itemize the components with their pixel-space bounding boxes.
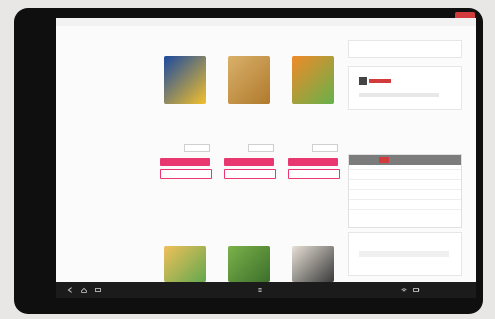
sidebar-item[interactable]	[86, 213, 156, 222]
sidebar-item[interactable]	[86, 231, 156, 240]
favorite-button[interactable]	[160, 169, 212, 179]
sidebar-item[interactable]	[86, 114, 156, 123]
favorite-button[interactable]	[288, 169, 340, 179]
sidebar-title	[86, 40, 156, 51]
table-highlight	[379, 157, 389, 163]
sidebar-item[interactable]	[86, 78, 156, 87]
product-image[interactable]	[228, 56, 270, 104]
home-icon[interactable]	[80, 286, 88, 294]
table-row	[349, 199, 461, 208]
sidebar-item[interactable]	[86, 69, 156, 78]
table-row	[349, 209, 461, 218]
product-image[interactable]	[292, 56, 334, 104]
sidebar-item[interactable]	[86, 240, 156, 249]
sidebar-item[interactable]	[86, 51, 156, 60]
tablet-screen	[56, 18, 476, 298]
sidebar-item[interactable]	[86, 123, 156, 132]
system-status-bar	[56, 282, 476, 298]
sidebar-item[interactable]	[86, 87, 156, 96]
product-image[interactable]	[164, 56, 206, 104]
menu-icon[interactable]	[256, 286, 264, 294]
account-box[interactable]	[348, 40, 462, 58]
top-bar	[56, 18, 476, 26]
status-badge	[369, 79, 391, 83]
table-row	[349, 179, 461, 188]
info-box	[348, 66, 462, 110]
recent-apps-icon[interactable]	[94, 286, 102, 294]
sidebar-item[interactable]	[86, 105, 156, 114]
sidebar-item[interactable]	[86, 132, 156, 141]
product-image[interactable]	[228, 246, 270, 282]
table-row	[349, 169, 461, 178]
product-card[interactable]	[156, 40, 214, 190]
category-sidebar	[86, 40, 156, 288]
add-to-cart-button[interactable]	[160, 158, 210, 166]
promo-line	[359, 251, 449, 257]
table-header	[349, 155, 461, 165]
info-table	[348, 154, 462, 228]
sidebar-item[interactable]	[86, 186, 156, 195]
sidebar-item[interactable]	[86, 168, 156, 177]
add-to-cart-button[interactable]	[288, 158, 338, 166]
sidebar-item[interactable]	[86, 150, 156, 159]
quantity-input[interactable]	[312, 144, 338, 152]
right-panel	[348, 34, 466, 294]
product-grid	[156, 40, 346, 290]
sidebar-item[interactable]	[86, 204, 156, 213]
sidebar-item[interactable]	[86, 177, 156, 186]
sidebar-item[interactable]	[86, 222, 156, 231]
promo-box[interactable]	[348, 232, 462, 276]
product-image[interactable]	[292, 246, 334, 282]
product-card[interactable]	[220, 40, 278, 190]
back-icon[interactable]	[66, 286, 74, 294]
battery-icon	[413, 288, 420, 292]
sidebar-item[interactable]	[86, 249, 156, 258]
sidebar-item[interactable]	[86, 258, 156, 267]
quantity-input[interactable]	[248, 144, 274, 152]
table-row	[349, 189, 461, 198]
add-to-cart-button[interactable]	[224, 158, 274, 166]
sidebar-item[interactable]	[86, 96, 156, 105]
info-line	[359, 93, 439, 97]
user-icon	[359, 77, 367, 85]
sidebar-item[interactable]	[86, 141, 156, 150]
product-card[interactable]	[284, 40, 342, 190]
favorite-button[interactable]	[224, 169, 276, 179]
product-image[interactable]	[164, 246, 206, 282]
sidebar-item[interactable]	[86, 159, 156, 168]
quantity-input[interactable]	[184, 144, 210, 152]
wifi-icon	[401, 288, 407, 292]
sidebar-item[interactable]	[86, 195, 156, 204]
sidebar-item[interactable]	[86, 60, 156, 69]
